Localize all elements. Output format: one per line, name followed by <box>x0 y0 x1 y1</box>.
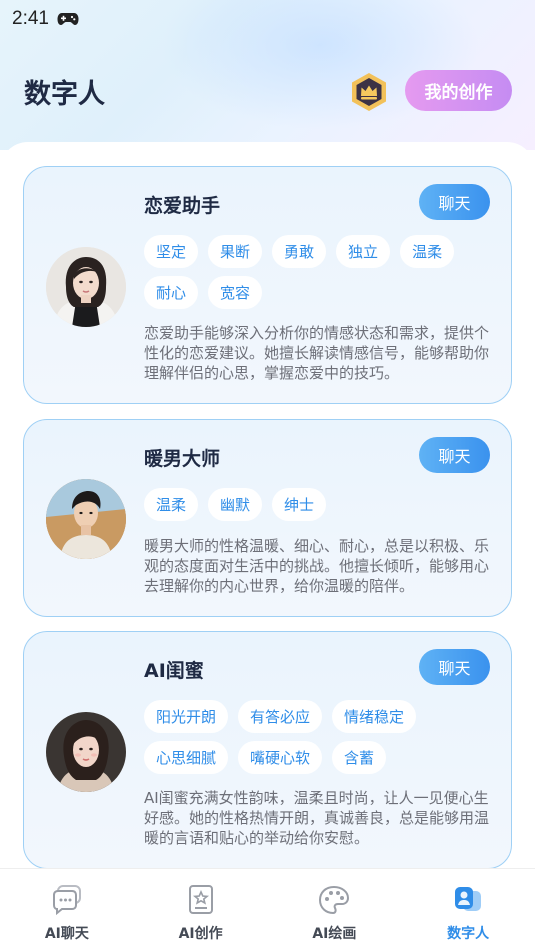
document-star-icon <box>188 885 213 914</box>
avatar <box>46 479 126 559</box>
persona-name: 恋爱助手 <box>144 195 221 217</box>
tag: 果断 <box>208 235 263 268</box>
persona-card[interactable]: 恋爱助手 聊天 坚定 果断 勇敢 独立 温柔 耐心 宽容 恋爱助手能够深入分析你… <box>23 166 512 404</box>
tag-list: 坚定 果断 勇敢 独立 温柔 耐心 宽容 <box>144 235 489 309</box>
crown-badge-icon[interactable] <box>348 71 390 113</box>
chat-button[interactable]: 聊天 <box>419 437 490 473</box>
page-title: 数字人 <box>24 78 105 110</box>
page-header: 数字人 我的创作 <box>0 62 535 120</box>
tag: 耐心 <box>144 276 199 309</box>
tag-list: 阳光开朗 有答必应 情绪稳定 心思细腻 嘴硬心软 含蓄 <box>144 700 489 774</box>
tag: 情绪稳定 <box>332 700 417 733</box>
tab-label: AI创作 <box>178 926 223 942</box>
status-time: 2:41 <box>12 8 49 29</box>
tag-list: 温柔 幽默 绅士 <box>144 488 489 521</box>
tab-label: AI绘画 <box>312 926 357 942</box>
gamepad-icon <box>57 13 79 25</box>
persona-name: AI闺蜜 <box>144 660 204 682</box>
chat-button[interactable]: 聊天 <box>419 649 490 685</box>
tag: 宽容 <box>208 276 263 309</box>
tag: 坚定 <box>144 235 199 268</box>
avatar <box>46 712 126 792</box>
tab-label: AI聊天 <box>44 926 89 942</box>
tag: 温柔 <box>144 488 199 521</box>
tag: 含蓄 <box>332 741 387 774</box>
persona-card[interactable]: 暖男大师 聊天 温柔 幽默 绅士 暖男大师的性格温暖、细心、耐心，总是以积极、乐… <box>23 419 512 617</box>
tab-label: 数字人 <box>447 926 490 942</box>
tag: 温柔 <box>400 235 455 268</box>
palette-icon <box>319 885 350 915</box>
persona-description: AI闺蜜充满女性韵味，温柔且时尚，让人一见便心生好感。她的性格热情开朗，真诚善良… <box>144 789 489 847</box>
tab-digital-human[interactable]: 数字人 <box>401 869 535 951</box>
tag: 幽默 <box>208 488 263 521</box>
persona-card[interactable]: AI闺蜜 聊天 阳光开朗 有答必应 情绪稳定 心思细腻 嘴硬心软 含蓄 AI闺蜜… <box>23 631 512 869</box>
tag: 勇敢 <box>272 235 327 268</box>
tab-ai-create[interactable]: AI创作 <box>134 869 268 951</box>
digital-human-icon <box>455 887 482 911</box>
tag: 嘴硬心软 <box>238 741 323 774</box>
tab-ai-painting[interactable]: AI绘画 <box>268 869 402 951</box>
tag: 有答必应 <box>238 700 323 733</box>
tag: 心思细腻 <box>144 741 229 774</box>
status-bar: 2:41 <box>0 0 535 38</box>
persona-description: 暖男大师的性格温暖、细心、耐心，总是以积极、乐观的态度面对生活中的挑战。他擅长倾… <box>144 537 489 595</box>
tag: 绅士 <box>272 488 327 521</box>
chat-bubble-icon <box>52 885 81 916</box>
my-creation-button[interactable]: 我的创作 <box>405 70 512 111</box>
persona-name: 暖男大师 <box>144 448 221 470</box>
avatar <box>46 247 126 327</box>
tab-ai-chat[interactable]: AI聊天 <box>0 869 134 951</box>
persona-description: 恋爱助手能够深入分析你的情感状态和需求，提供个性化的恋爱建议。她擅长解读情感信号… <box>144 324 489 382</box>
tag: 阳光开朗 <box>144 700 229 733</box>
tag: 独立 <box>336 235 391 268</box>
bottom-tab-bar: AI聊天 AI创作 AI绘画 数字人 <box>0 868 535 951</box>
chat-button[interactable]: 聊天 <box>419 184 490 220</box>
